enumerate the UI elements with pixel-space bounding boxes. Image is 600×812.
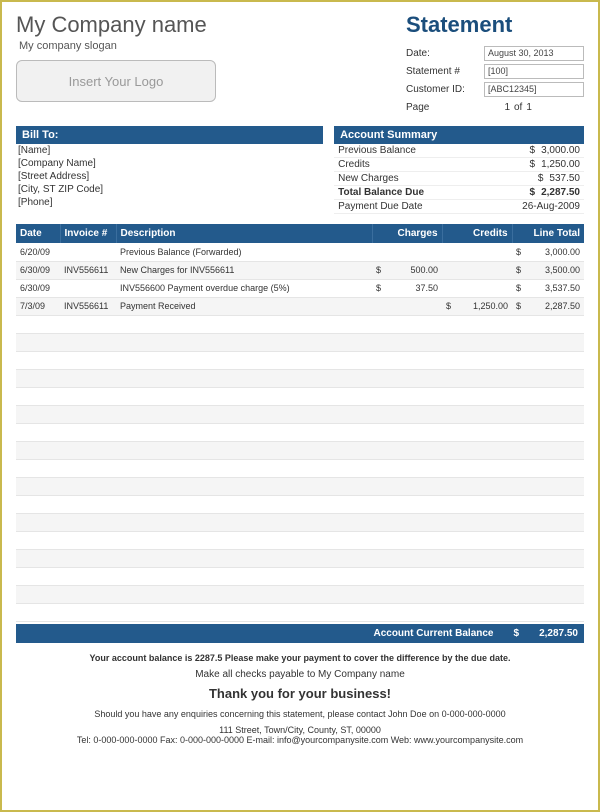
table-row <box>16 333 584 351</box>
table-row <box>16 351 584 369</box>
total-bar: Account Current Balance $ 2,287.50 <box>16 624 584 643</box>
table-row <box>16 531 584 549</box>
footer-enquiry: Should you have any enquiries concerning… <box>16 709 584 719</box>
summary-title: Account Summary <box>334 126 584 144</box>
table-row <box>16 549 584 567</box>
total-label: Account Current Balance <box>373 628 493 639</box>
col-line-total: Line Total <box>512 224 584 243</box>
table-row: 6/30/09INV556600 Payment overdue charge … <box>16 279 584 297</box>
table-row: 7/3/09INV556611Payment Received$1,250.00… <box>16 297 584 315</box>
meta-page-of: of <box>514 102 522 113</box>
col-charges: Charges <box>372 224 442 243</box>
table-row <box>16 459 584 477</box>
billto-line: [City, ST ZIP Code] <box>16 183 323 196</box>
table-row <box>16 585 584 603</box>
table-row: 6/30/09INV556611New Charges for INV55661… <box>16 261 584 279</box>
billto-line: [Street Address] <box>16 170 323 183</box>
table-row <box>16 477 584 495</box>
document-title: Statement <box>406 12 584 38</box>
table-row <box>16 441 584 459</box>
table-row <box>16 567 584 585</box>
table-row <box>16 423 584 441</box>
table-row <box>16 513 584 531</box>
billto-lines: [Name][Company Name][Street Address][Cit… <box>16 144 323 209</box>
billto-title: Bill To: <box>16 126 323 144</box>
meta-page-total: 1 <box>526 102 532 113</box>
table-row <box>16 315 584 333</box>
meta-page-label: Page <box>406 102 484 113</box>
col-description: Description <box>116 224 372 243</box>
logo-placeholder[interactable]: Insert Your Logo <box>16 60 216 102</box>
col-invoice: Invoice # <box>60 224 116 243</box>
footer-thanks: Thank you for your business! <box>16 686 584 701</box>
company-name: My Company name <box>16 12 216 38</box>
table-row <box>16 405 584 423</box>
footer-balance-msg: Your account balance is 2287.5 Please ma… <box>16 653 584 663</box>
footer-contact: Tel: 0-000-000-0000 Fax: 0-000-000-0000 … <box>16 735 584 745</box>
lines-table: Date Invoice # Description Charges Credi… <box>16 224 584 622</box>
col-credits: Credits <box>442 224 512 243</box>
meta-cust-input[interactable] <box>484 82 584 97</box>
total-value: 2,287.50 <box>539 628 578 639</box>
summary-row: Payment Due Date26-Aug-2009 <box>334 200 584 214</box>
total-currency: $ <box>514 628 520 639</box>
company-slogan: My company slogan <box>19 40 216 52</box>
summary-row: Credits$1,250.00 <box>334 158 584 172</box>
meta-date-label: Date: <box>406 48 484 59</box>
meta-cust-label: Customer ID: <box>406 84 484 95</box>
meta-stmt-label: Statement # <box>406 66 484 77</box>
billto-line: [Phone] <box>16 196 323 209</box>
meta-stmt-input[interactable] <box>484 64 584 79</box>
table-row <box>16 387 584 405</box>
summary-row: Previous Balance$3,000.00 <box>334 144 584 158</box>
col-date: Date <box>16 224 60 243</box>
footer-payable: Make all checks payable to My Company na… <box>16 669 584 680</box>
summary-row: New Charges$537.50 <box>334 172 584 186</box>
table-row <box>16 369 584 387</box>
billto-line: [Company Name] <box>16 157 323 170</box>
billto-line: [Name] <box>16 144 323 157</box>
table-row <box>16 603 584 621</box>
table-row <box>16 495 584 513</box>
meta-page-num: 1 <box>484 102 510 113</box>
summary-row: Total Balance Due$2,287.50 <box>334 186 584 200</box>
footer-address: 111 Street, Town/City, County, ST, 00000 <box>16 725 584 735</box>
table-row: 6/20/09Previous Balance (Forwarded)$3,00… <box>16 243 584 261</box>
meta-date-input[interactable] <box>484 46 584 61</box>
